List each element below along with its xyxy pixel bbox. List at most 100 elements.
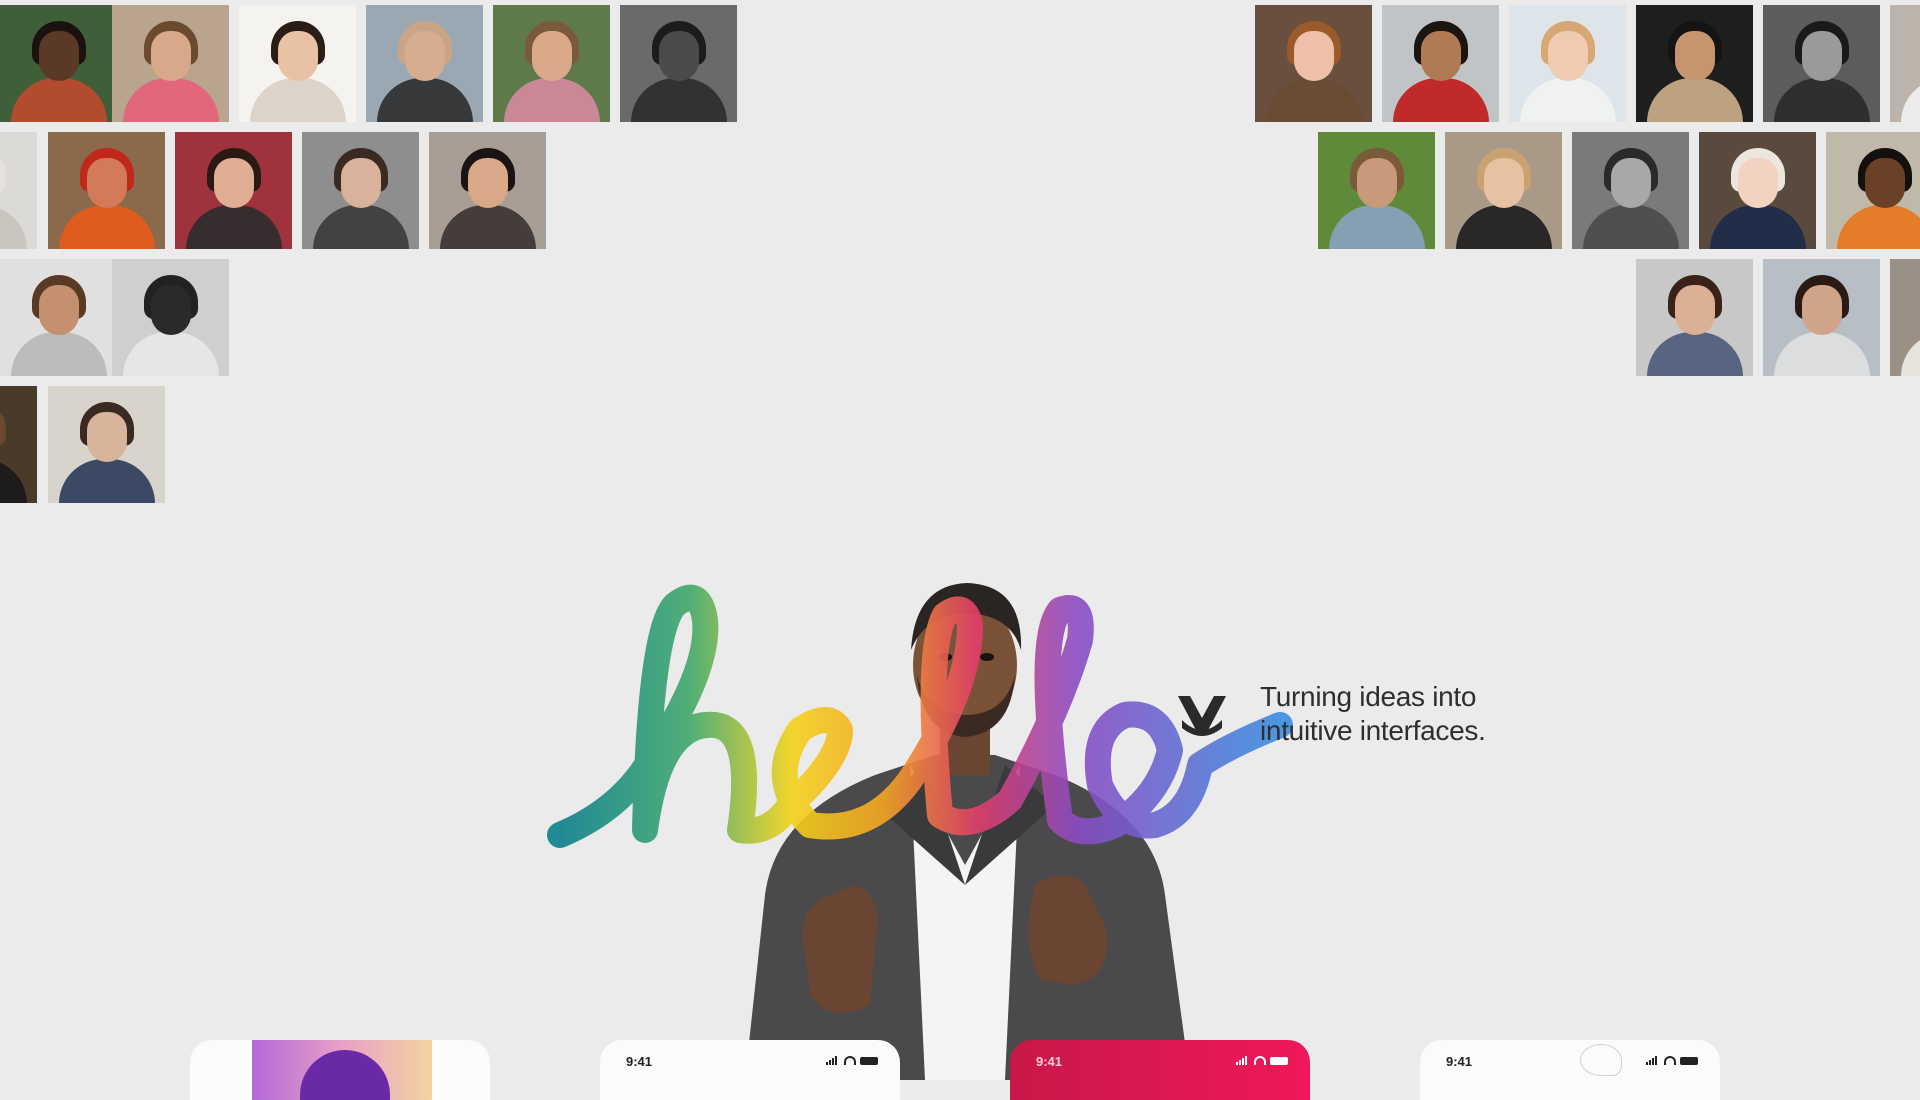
photo-shoulders <box>59 205 155 249</box>
photo-shoulders <box>11 332 107 376</box>
wifi-icon <box>1664 1056 1676 1065</box>
photo-shoulders <box>440 205 536 249</box>
gallery-photo <box>0 259 117 376</box>
gallery-photo <box>366 5 483 122</box>
gallery-photo <box>1572 132 1689 249</box>
phone-mockup-3[interactable]: 9:41 <box>1010 1040 1310 1100</box>
phone-3-time: 9:41 <box>1036 1054 1062 1069</box>
gallery-photo <box>1636 5 1753 122</box>
photo-face <box>151 31 191 81</box>
v-shield-logo-icon[interactable] <box>1176 694 1228 738</box>
photo-shoulders <box>1647 78 1743 122</box>
gallery-photo <box>620 5 737 122</box>
signal-icon <box>1236 1056 1250 1065</box>
battery-icon <box>860 1057 878 1065</box>
phone-2-status-icons <box>826 1056 878 1065</box>
photo-face <box>39 31 79 81</box>
phone-2-time: 9:41 <box>626 1054 652 1069</box>
photo-shoulders <box>377 78 473 122</box>
gallery-photo <box>302 132 419 249</box>
photo-face <box>1611 158 1651 208</box>
gallery-photo <box>112 5 229 122</box>
photo-shoulders <box>1774 78 1870 122</box>
photo-shoulders <box>59 459 155 503</box>
photo-shoulders <box>1710 205 1806 249</box>
photo-face <box>1675 285 1715 335</box>
gallery-photo <box>48 132 165 249</box>
battery-icon <box>1270 1057 1288 1065</box>
tagline-line-2: intuitive interfaces. <box>1260 714 1560 748</box>
photo-face <box>1357 158 1397 208</box>
signal-icon <box>826 1056 840 1065</box>
gallery-photo <box>1382 5 1499 122</box>
photo-face <box>341 158 381 208</box>
photo-face <box>405 31 445 81</box>
photo-shoulders <box>1456 205 1552 249</box>
gallery-photo <box>493 5 610 122</box>
photo-shoulders <box>1329 205 1425 249</box>
photo-shoulders <box>1520 78 1616 122</box>
photo-face <box>214 158 254 208</box>
photo-face <box>87 158 127 208</box>
photo-face <box>532 31 572 81</box>
signal-icon <box>1646 1056 1660 1065</box>
photo-face <box>659 31 699 81</box>
photo-shoulders <box>1901 78 1920 122</box>
photo-face <box>1548 31 1588 81</box>
gallery-photo <box>1445 132 1562 249</box>
photo-shoulders <box>1266 78 1362 122</box>
gallery-photo <box>175 132 292 249</box>
photo-shoulders <box>504 78 600 122</box>
gallery-photo <box>0 5 117 122</box>
wifi-icon <box>844 1056 856 1065</box>
phone-mockup-2[interactable]: 9:41 <box>600 1040 900 1100</box>
gallery-photo <box>1318 132 1435 249</box>
photo-shoulders <box>1837 205 1920 249</box>
photo-face <box>1421 31 1461 81</box>
gallery-photo <box>1509 5 1626 122</box>
photo-shoulders <box>313 205 409 249</box>
photo-shoulders <box>186 205 282 249</box>
photo-shoulders <box>11 78 107 122</box>
photo-shoulders <box>123 78 219 122</box>
photo-face <box>1675 31 1715 81</box>
photo-shoulders <box>123 332 219 376</box>
wifi-icon <box>1254 1056 1266 1065</box>
phone-mockup-1[interactable] <box>190 1040 490 1100</box>
hello-stroke <box>560 598 1280 835</box>
photo-face <box>1802 31 1842 81</box>
photo-face <box>278 31 318 81</box>
tagline: Turning ideas into intuitive interfaces. <box>1260 680 1560 748</box>
gallery-photo <box>1763 259 1880 376</box>
gallery-photo <box>48 386 165 503</box>
photo-face <box>1738 158 1778 208</box>
hello-script-lettering: hello <box>540 580 1360 880</box>
tagline-line-1: Turning ideas into <box>1260 680 1560 714</box>
gallery-photo <box>1826 132 1920 249</box>
gallery-photo <box>1255 5 1372 122</box>
gallery-photo <box>1636 259 1753 376</box>
gallery-photo <box>112 259 229 376</box>
gallery-photo <box>429 132 546 249</box>
photo-shoulders <box>0 459 27 503</box>
portrait-left-hand <box>803 885 878 1013</box>
phone-4-time: 9:41 <box>1446 1054 1472 1069</box>
photo-face <box>468 158 508 208</box>
photo-face <box>39 285 79 335</box>
phone-4-status-icons <box>1646 1056 1698 1065</box>
photo-shoulders <box>250 78 346 122</box>
gallery-photo <box>1890 5 1920 122</box>
photo-face <box>151 285 191 335</box>
photo-hair <box>0 148 6 192</box>
gallery-photo <box>0 386 37 503</box>
photo-face <box>1294 31 1334 81</box>
photo-shoulders <box>1583 205 1679 249</box>
photo-face <box>1865 158 1905 208</box>
gallery-photo <box>239 5 356 122</box>
gallery-photo <box>1699 132 1816 249</box>
phone-mockup-4[interactable]: 9:41 <box>1420 1040 1720 1100</box>
photo-shoulders <box>1774 332 1870 376</box>
photo-shoulders <box>1393 78 1489 122</box>
gallery-photo <box>1763 5 1880 122</box>
gallery-photo <box>1890 259 1920 376</box>
